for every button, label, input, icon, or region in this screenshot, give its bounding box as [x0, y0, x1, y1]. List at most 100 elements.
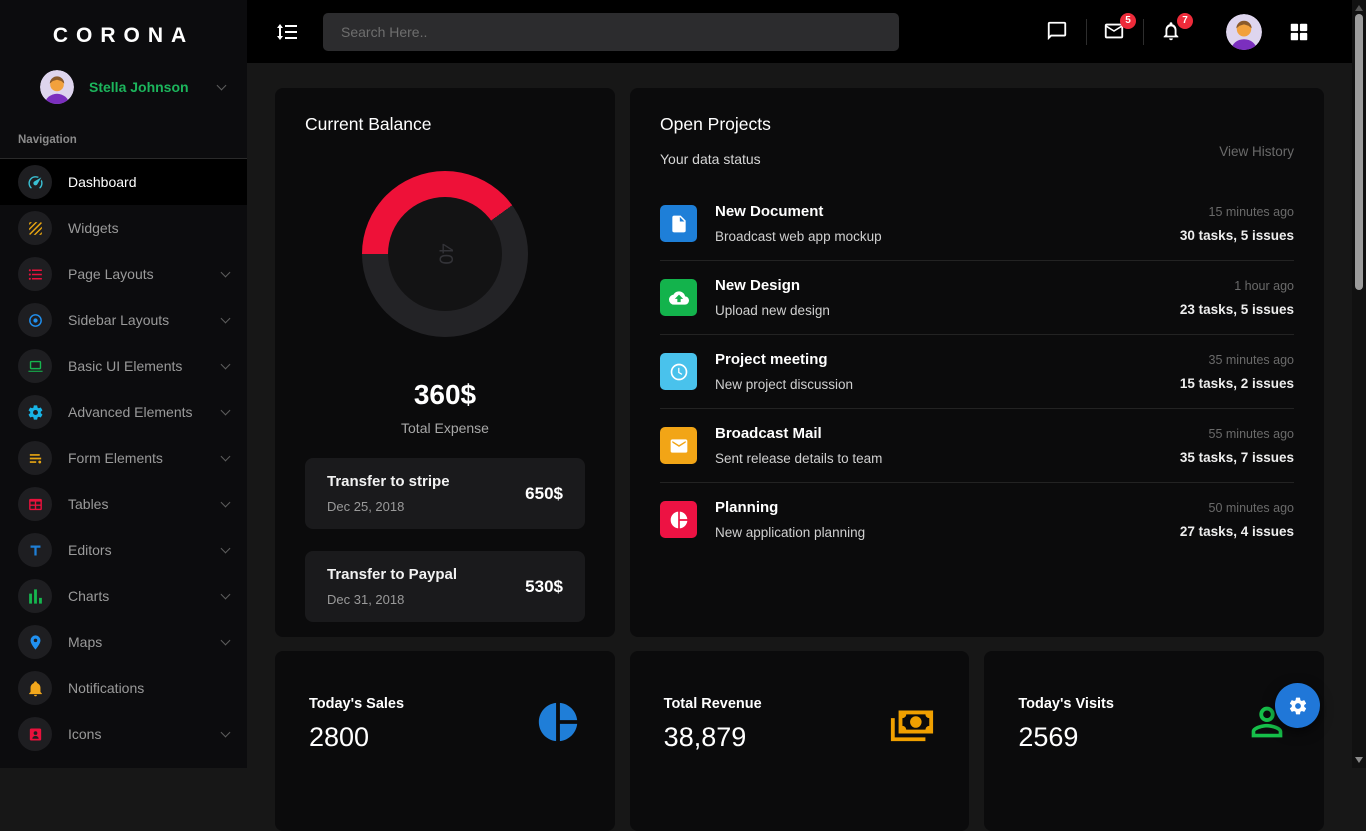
- project-desc: Sent release details to team: [715, 451, 882, 466]
- total-expense-amount: 360$: [305, 379, 585, 411]
- chevron-down-icon: [221, 727, 231, 737]
- sidebar-item-label: Form Elements: [68, 450, 163, 466]
- sidebar-item-label: Basic UI Elements: [68, 358, 182, 374]
- sidebar-item-editors[interactable]: Editors: [0, 527, 247, 573]
- settings-fab-button[interactable]: [1275, 683, 1320, 728]
- project-desc: New project discussion: [715, 377, 853, 392]
- search-input[interactable]: [323, 13, 899, 51]
- project-time: 55 minutes ago: [1180, 427, 1294, 441]
- project-time: 15 minutes ago: [1180, 205, 1294, 219]
- transfer-date: Dec 31, 2018: [327, 592, 457, 607]
- sidebar-item-dashboard[interactable]: Dashboard: [0, 159, 247, 205]
- chevron-down-icon: [221, 267, 231, 277]
- cash-icon: [889, 699, 935, 750]
- search-box: [323, 13, 899, 51]
- text-icon: [18, 533, 52, 567]
- sidebar-item-label: Sidebar Layouts: [68, 312, 169, 328]
- card-title: Current Balance: [305, 114, 585, 135]
- sidebar-item-label: Tables: [68, 496, 108, 512]
- mail-badge: 5: [1120, 13, 1136, 29]
- project-tasks: 35 tasks, 7 issues: [1180, 450, 1294, 465]
- main-content: Current Balance 40 360$ Total Expense Tr…: [247, 63, 1352, 768]
- table-icon: [18, 487, 52, 521]
- project-tasks: 23 tasks, 5 issues: [1180, 302, 1294, 317]
- card-title: Open Projects: [660, 114, 771, 135]
- sidebar-item-charts[interactable]: Charts: [0, 573, 247, 619]
- document-icon: [660, 205, 697, 242]
- menu-toggle-icon[interactable]: [275, 20, 299, 44]
- avatar[interactable]: [1226, 14, 1262, 50]
- project-row[interactable]: New Document Broadcast web app mockup 15…: [660, 187, 1294, 261]
- project-time: 1 hour ago: [1180, 279, 1294, 293]
- transfer-row[interactable]: Transfer to Paypal Dec 31, 2018 530$: [305, 551, 585, 622]
- list-icon: [18, 257, 52, 291]
- scrollbar-thumb[interactable]: [1355, 14, 1363, 290]
- scrollbar-up-arrow[interactable]: [1355, 5, 1363, 11]
- sidebar-item-tables[interactable]: Tables: [0, 481, 247, 527]
- project-title: Broadcast Mail: [715, 425, 882, 442]
- projects-list: New Document Broadcast web app mockup 15…: [660, 187, 1294, 556]
- project-title: New Document: [715, 203, 882, 220]
- bar-chart-icon: [18, 579, 52, 613]
- transfer-row[interactable]: Transfer to stripe Dec 25, 2018 650$: [305, 458, 585, 529]
- project-title: New Design: [715, 277, 830, 294]
- sidebar-item-basic-ui-elements[interactable]: Basic UI Elements: [0, 343, 247, 389]
- form-lines-icon: [18, 441, 52, 475]
- chevron-down-icon: [221, 497, 231, 507]
- project-time: 50 minutes ago: [1180, 501, 1294, 515]
- sidebar-item-sidebar-layouts[interactable]: Sidebar Layouts: [0, 297, 247, 343]
- stat-label: Total Revenue: [664, 696, 762, 712]
- chevron-down-icon: [217, 80, 227, 90]
- project-row[interactable]: Project meeting New project discussion 3…: [660, 335, 1294, 409]
- sidebar-item-notifications[interactable]: Notifications: [0, 665, 247, 711]
- transfer-title: Transfer to stripe: [327, 473, 450, 490]
- total-expense-label: Total Expense: [305, 420, 585, 436]
- speedometer-icon: [18, 165, 52, 199]
- view-history-link[interactable]: View History: [1219, 144, 1294, 159]
- contact-card-icon: [18, 717, 52, 751]
- laptop-icon: [18, 349, 52, 383]
- sidebar-item-widgets[interactable]: Widgets: [0, 205, 247, 251]
- cloud-upload-icon: [660, 279, 697, 316]
- envelope-icon: [660, 427, 697, 464]
- sidebar-item-form-elements[interactable]: Form Elements: [0, 435, 247, 481]
- scrollbar-down-arrow[interactable]: [1355, 757, 1363, 763]
- vertical-scrollbar: [1352, 0, 1366, 768]
- chevron-down-icon: [221, 405, 231, 415]
- chat-icon[interactable]: [1046, 20, 1070, 44]
- gear-icon: [1288, 696, 1308, 716]
- stat-value: 2569: [1018, 722, 1114, 753]
- project-desc: Upload new design: [715, 303, 830, 318]
- sidebar-item-advanced-elements[interactable]: Advanced Elements: [0, 389, 247, 435]
- notification-badge: 7: [1177, 13, 1193, 29]
- open-projects-card: Open Projects Your data status View Hist…: [630, 88, 1324, 637]
- map-pin-icon: [18, 625, 52, 659]
- sidebar-item-label: Maps: [68, 634, 102, 650]
- transfer-date: Dec 25, 2018: [327, 499, 450, 514]
- notifications-bell-icon[interactable]: 7: [1160, 20, 1184, 44]
- project-row[interactable]: New Design Upload new design 1 hour ago …: [660, 261, 1294, 335]
- nav-section-label: Navigation: [18, 134, 247, 146]
- project-desc: Broadcast web app mockup: [715, 229, 882, 244]
- project-row[interactable]: Broadcast Mail Sent release details to t…: [660, 409, 1294, 483]
- project-row[interactable]: Planning New application planning 50 min…: [660, 483, 1294, 556]
- stat-value: 2800: [309, 722, 404, 753]
- chevron-down-icon: [221, 451, 231, 461]
- apps-grid-icon[interactable]: [1288, 21, 1310, 43]
- transfer-title: Transfer to Paypal: [327, 566, 457, 583]
- pie-chart-icon: [660, 501, 697, 538]
- todays-visits-card: Today's Visits 2569: [984, 651, 1324, 831]
- user-name: Stella Johnson: [89, 79, 189, 95]
- clock-icon: [660, 353, 697, 390]
- project-title: Project meeting: [715, 351, 853, 368]
- card-subtitle: Your data status: [660, 151, 771, 167]
- project-tasks: 27 tasks, 4 issues: [1180, 524, 1294, 539]
- user-menu[interactable]: Stella Johnson: [40, 70, 229, 104]
- mail-icon[interactable]: 5: [1103, 20, 1127, 44]
- project-tasks: 15 tasks, 2 issues: [1180, 376, 1294, 391]
- chevron-down-icon: [221, 359, 231, 369]
- donut-hole: 40: [388, 197, 502, 311]
- sidebar-item-maps[interactable]: Maps: [0, 619, 247, 665]
- sidebar-item-page-layouts[interactable]: Page Layouts: [0, 251, 247, 297]
- sidebar-item-icons[interactable]: Icons: [0, 711, 247, 757]
